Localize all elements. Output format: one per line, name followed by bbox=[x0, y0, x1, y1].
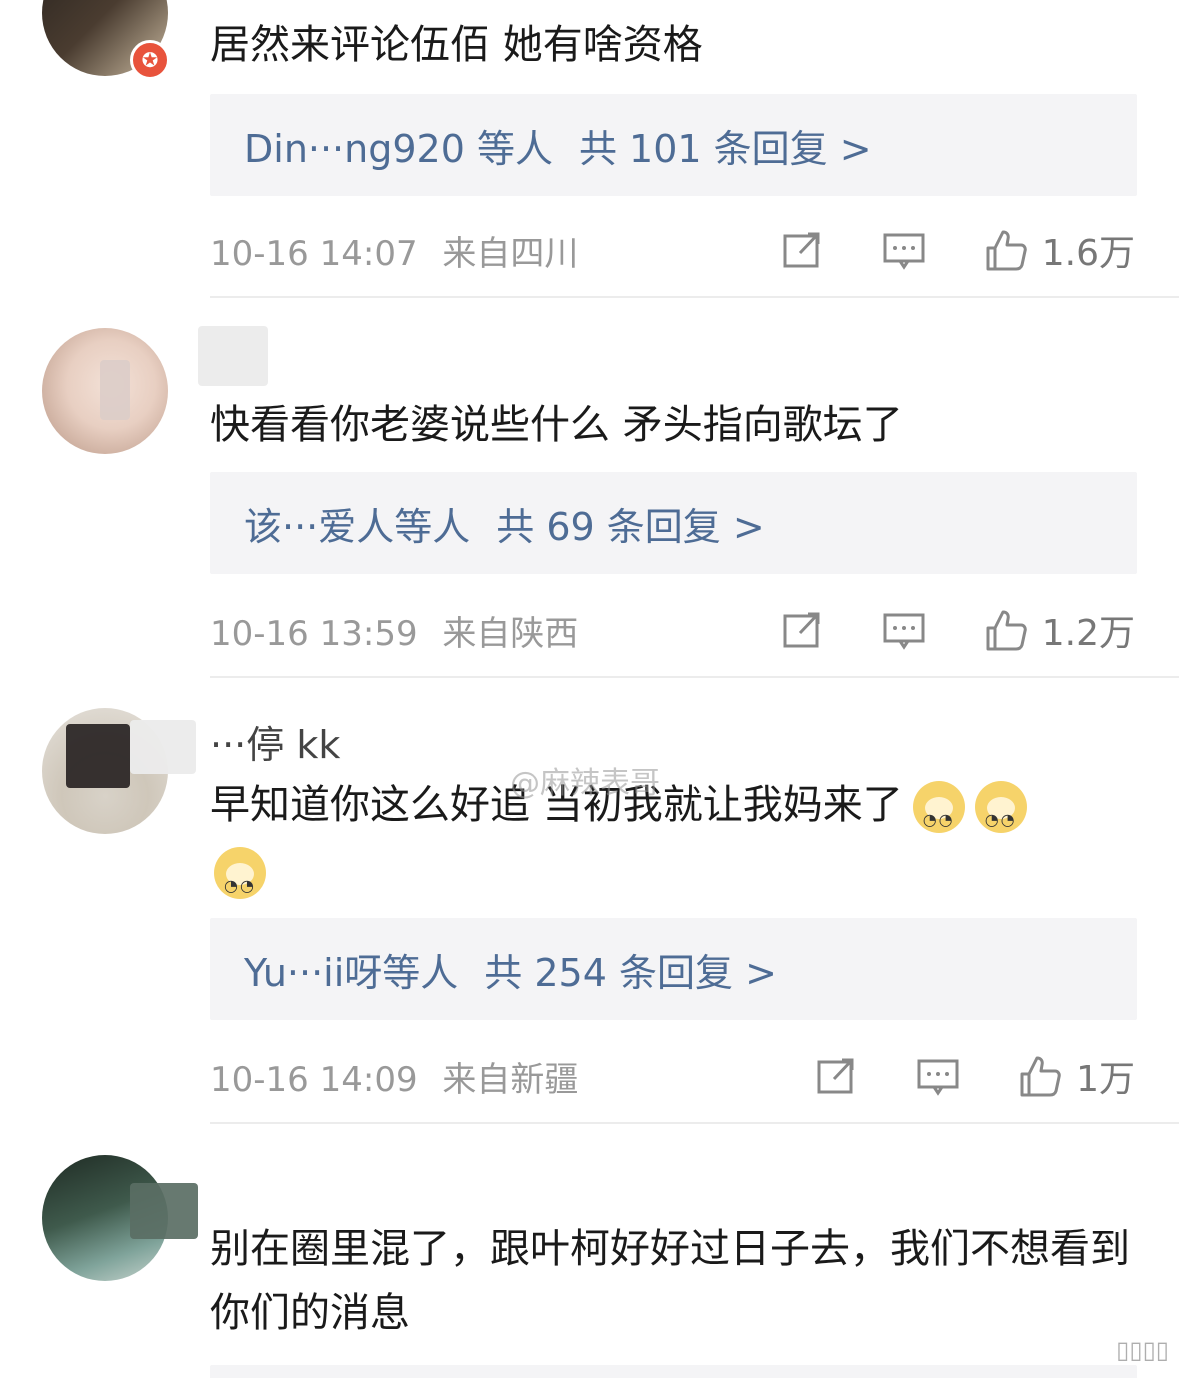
verified-badge-icon: ✪ bbox=[130, 40, 170, 80]
action-bar: 1.6万 bbox=[780, 224, 1135, 276]
comment-text: 早知道你这么好追 当初我就让我妈来了 bbox=[210, 772, 1150, 919]
redaction-block bbox=[100, 360, 130, 420]
comment-text: 居然来评论伍佰 她有啥资格 bbox=[210, 22, 703, 68]
location: 来自四川 bbox=[442, 234, 579, 274]
doge-emoji-icon bbox=[912, 781, 965, 853]
brand-logo: ▯▯▯▯ bbox=[1116, 1336, 1169, 1364]
reply-summary[interactable]: Din···ng920 等人 共 101 条回复 > bbox=[210, 94, 1137, 196]
thumbs-up-icon[interactable] bbox=[1018, 1054, 1062, 1098]
location: 来自新疆 bbox=[442, 1060, 579, 1100]
like-count: 1.6万 bbox=[1041, 233, 1135, 274]
comment-meta: 10-16 14:07 来自四川 bbox=[210, 226, 578, 275]
doge-emoji-icon bbox=[214, 847, 266, 919]
divider bbox=[210, 1122, 1179, 1124]
reply-summary[interactable] bbox=[210, 1365, 1137, 1378]
repost-icon[interactable] bbox=[814, 1054, 858, 1098]
divider bbox=[210, 676, 1179, 678]
repost-icon[interactable] bbox=[780, 228, 824, 272]
comment-icon[interactable] bbox=[916, 1054, 960, 1098]
reply-users[interactable]: 该···爱人等人 bbox=[244, 496, 470, 551]
comment-item: 别在圈里混了，跟叶柯好好过日子去，我们不想看到你们的消息 bbox=[0, 1125, 1179, 1378]
reply-summary[interactable]: Yu···ii呀等人 共 254 条回复 > bbox=[210, 918, 1137, 1020]
timestamp: 10-16 13:59 bbox=[210, 614, 418, 654]
reply-count-link[interactable]: 共 254 条回复 > bbox=[484, 942, 777, 997]
doge-emoji-icon bbox=[974, 781, 1027, 853]
username[interactable]: ···停 kk bbox=[210, 714, 340, 769]
action-bar: 1万 bbox=[814, 1050, 1135, 1102]
action-bar: 1.2万 bbox=[780, 604, 1135, 656]
repost-icon[interactable] bbox=[780, 608, 824, 652]
redaction-block bbox=[66, 724, 130, 788]
timestamp: 10-16 14:07 bbox=[210, 234, 418, 274]
comment-text: 别在圈里混了，跟叶柯好好过日子去，我们不想看到你们的消息 bbox=[210, 1226, 1130, 1336]
comment-item: ✪ 居然来评论伍佰 她有啥资格 Din···ng920 等人 共 101 条回复… bbox=[0, 0, 1179, 300]
timestamp: 10-16 14:09 bbox=[210, 1060, 418, 1100]
location: 来自陕西 bbox=[442, 614, 579, 654]
comment-text: 快看看你老婆说些什么 矛头指向歌坛了 bbox=[210, 402, 903, 448]
comment-meta: 10-16 14:09 来自新疆 bbox=[210, 1052, 578, 1101]
like-count: 1万 bbox=[1076, 1059, 1135, 1100]
thumbs-up-icon[interactable] bbox=[984, 228, 1028, 272]
reply-users[interactable]: Din···ng920 等人 bbox=[244, 118, 553, 173]
divider bbox=[210, 296, 1179, 298]
comment-icon[interactable] bbox=[882, 608, 926, 652]
reply-summary[interactable]: 该···爱人等人 共 69 条回复 > bbox=[210, 472, 1137, 574]
comment-icon[interactable] bbox=[882, 228, 926, 272]
redaction-block bbox=[130, 1183, 198, 1239]
comment-item: 快看看你老婆说些什么 矛头指向歌坛了 该···爱人等人 共 69 条回复 > 1… bbox=[0, 300, 1179, 680]
like-count: 1.2万 bbox=[1041, 613, 1135, 654]
redaction-block bbox=[198, 326, 268, 386]
reply-count-link[interactable]: 共 101 条回复 > bbox=[579, 118, 872, 173]
reply-count-link[interactable]: 共 69 条回复 > bbox=[496, 496, 764, 551]
watermark: @麻辣表哥 bbox=[510, 766, 660, 801]
comment-item: ···停 kk 早知道你这么好追 当初我就让我妈来了 Yu···ii呀等人 共 … bbox=[0, 680, 1179, 1125]
thumbs-up-icon[interactable] bbox=[984, 608, 1028, 652]
comment-meta: 10-16 13:59 来自陕西 bbox=[210, 606, 578, 655]
redaction-block bbox=[130, 720, 196, 774]
reply-users[interactable]: Yu···ii呀等人 bbox=[244, 942, 458, 997]
